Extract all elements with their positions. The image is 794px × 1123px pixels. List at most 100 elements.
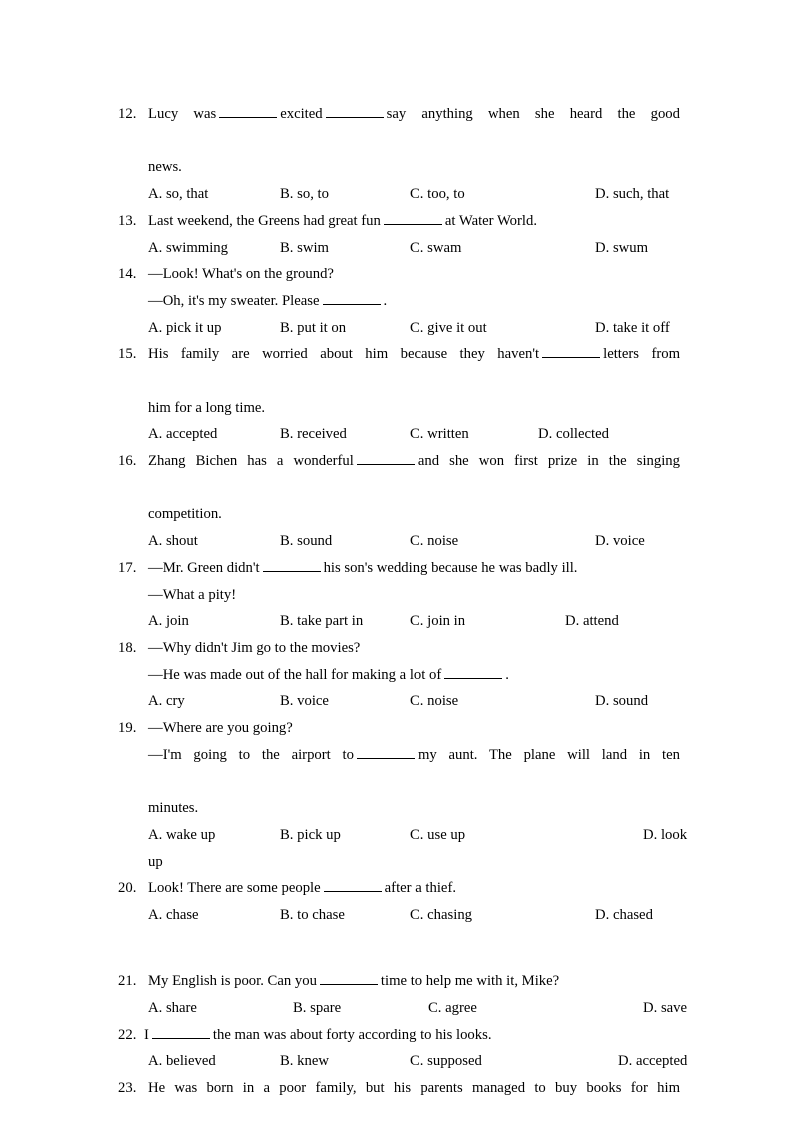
question-14-number: 14. xyxy=(118,266,137,283)
q13-option-b[interactable]: B. swim xyxy=(280,235,329,262)
question-15-stem: His family are worried about him because… xyxy=(148,341,680,394)
q22-blank-1 xyxy=(151,1026,210,1039)
q19-option-d[interactable]: D. look xyxy=(643,822,687,849)
q22-option-d[interactable]: D. accepted xyxy=(618,1048,687,1075)
worksheet-page: 12. Lucy was excited say anything when she… xyxy=(0,0,794,1123)
q16-option-b[interactable]: B. sound xyxy=(280,528,332,555)
question-17-dialog-line-2: —What a pity! xyxy=(118,582,680,609)
q14-option-b[interactable]: B. put it on xyxy=(280,315,346,342)
question-19-dialog-line-2: —I'm going to the airport to my aunt. The… xyxy=(118,742,680,795)
question-22-options: A. believed B. knew C. supposed D. accep… xyxy=(148,1048,687,1075)
q18-option-b[interactable]: B. voice xyxy=(280,688,329,715)
question-13-stem-line: 13. Last weekend, the Greens had great f… xyxy=(118,208,680,235)
q12-option-a[interactable]: A. so, that xyxy=(148,181,208,208)
q21-option-b[interactable]: B. spare xyxy=(293,995,341,1022)
question-13: 13. Last weekend, the Greens had great f… xyxy=(118,208,680,261)
q15-option-a[interactable]: A. accepted xyxy=(148,421,217,448)
question-12: 12. Lucy was excited say anything when she… xyxy=(118,101,680,208)
q20-text-a: Look! There are some people xyxy=(148,880,321,897)
q18-option-d[interactable]: D. sound xyxy=(595,688,648,715)
q12-wrap-text: news. xyxy=(148,159,182,176)
question-17-dialog-line-1: 17. —Mr. Green didn't his son's wedding b… xyxy=(118,555,680,582)
question-19: 19. —Where are you going? —I'm going to … xyxy=(118,715,687,876)
q21-option-c[interactable]: C. agree xyxy=(428,995,477,1022)
q14-option-d[interactable]: D. take it off xyxy=(595,315,670,342)
q21-option-a[interactable]: A. share xyxy=(148,995,197,1022)
q20-option-c[interactable]: C. chasing xyxy=(410,902,472,929)
q15-option-c[interactable]: C. written xyxy=(410,421,469,448)
question-18-dialog-line-1: 18. —Why didn't Jim go to the movies? xyxy=(118,635,680,662)
question-19-number: 19. xyxy=(118,720,137,737)
q13-option-d[interactable]: D. swum xyxy=(595,235,648,262)
q13-text-b: at Water World. xyxy=(444,212,537,229)
question-12-number: 12. xyxy=(118,106,137,122)
q22-text-a: I xyxy=(144,1026,149,1043)
q15-text-b: letters from xyxy=(603,346,681,363)
q22-option-c[interactable]: C. supposed xyxy=(410,1048,482,1075)
question-22-number: 22. xyxy=(118,1026,137,1043)
q13-option-a[interactable]: A. swimming xyxy=(148,235,228,262)
q15-option-b[interactable]: B. received xyxy=(280,421,347,448)
q19-dialog-2: —I'm going to the airport to my aunt. The… xyxy=(148,742,680,795)
q20-text-b: after a thief. xyxy=(384,880,457,897)
q18-text-b: . xyxy=(505,666,509,683)
question-16-stem-line: 16. Zhang Bichen has a wonderful and she … xyxy=(118,448,680,501)
question-21-options: A. share B. spare C. agree D. save xyxy=(148,995,687,1022)
q14-dialog-2: —Oh, it's my sweater. Please. xyxy=(148,288,680,315)
q22-option-a[interactable]: A. believed xyxy=(148,1048,216,1075)
q13-option-c[interactable]: C. swam xyxy=(410,235,461,262)
question-19-dialog-line-1: 19. —Where are you going? xyxy=(118,715,680,742)
q20-option-b[interactable]: B. to chase xyxy=(280,902,345,929)
question-19-options-wrap-line: up xyxy=(118,849,680,876)
q20-option-d[interactable]: D. chased xyxy=(595,902,653,929)
q18-option-c[interactable]: C. noise xyxy=(410,688,458,715)
question-17-number: 17. xyxy=(118,559,137,576)
q17-text-b: his son's wedding because he was badly i… xyxy=(323,559,578,576)
q18-text-a: —He was made out of the hall for making … xyxy=(148,666,442,683)
question-21: 21. My English is poor. Can you time to h… xyxy=(118,968,687,1022)
q14-option-c[interactable]: C. give it out xyxy=(410,315,487,342)
q17-option-c[interactable]: C. join in xyxy=(410,608,465,635)
q17-dialog-2: —What a pity! xyxy=(148,586,237,603)
q16-option-a[interactable]: A. shout xyxy=(148,528,198,555)
q22-option-b[interactable]: B. knew xyxy=(280,1048,329,1075)
q12-option-c[interactable]: C. too, to xyxy=(410,181,465,208)
q12-option-d[interactable]: D. such, that xyxy=(595,181,669,208)
question-12-options: A. so, that B. so, to C. too, to D. such… xyxy=(148,181,680,208)
question-15-wrap-line: him for a long time. xyxy=(118,395,680,422)
q20-option-a[interactable]: A. chase xyxy=(148,902,199,929)
q19-dialog-1: —Where are you going? xyxy=(148,720,293,737)
q18-option-a[interactable]: A. cry xyxy=(148,688,185,715)
q14-blank-1 xyxy=(322,292,381,305)
q12-option-b[interactable]: B. so, to xyxy=(280,181,329,208)
q19-option-b[interactable]: B. pick up xyxy=(280,822,341,849)
q16-option-c[interactable]: C. noise xyxy=(410,528,458,555)
q14-option-a[interactable]: A. pick it up xyxy=(148,315,221,342)
question-13-stem: Last weekend, the Greens had great fun at… xyxy=(148,208,680,235)
q19-blank-1 xyxy=(356,746,415,759)
question-19-wrap-line: minutes. xyxy=(118,795,680,822)
q16-option-d[interactable]: D. voice xyxy=(595,528,645,555)
q17-option-d[interactable]: D. attend xyxy=(565,608,619,635)
question-13-number: 13. xyxy=(118,212,137,229)
q19-text-b: my aunt. The plane will land in ten xyxy=(417,746,680,763)
questions-container: 12. Lucy was excited say anything when she… xyxy=(118,101,687,1123)
question-14-dialog-line-2: —Oh, it's my sweater. Please. xyxy=(118,288,680,315)
question-14: 14. —Look! What's on the ground? —Oh, it… xyxy=(118,261,680,341)
q19-option-c[interactable]: C. use up xyxy=(410,822,465,849)
question-18-dialog-line-2: —He was made out of the hall for making … xyxy=(118,662,680,689)
q19-option-a[interactable]: A. wake up xyxy=(148,822,215,849)
question-16: 16. Zhang Bichen has a wonderful and she … xyxy=(118,448,680,555)
question-23-stem-line: 23. He was born in a poor family, but hi… xyxy=(118,1075,680,1123)
question-23-stem: He was born in a poor family, but his pa… xyxy=(148,1080,680,1097)
question-16-stem: Zhang Bichen has a wonderful and she won … xyxy=(148,448,680,501)
q17-option-a[interactable]: A. join xyxy=(148,608,189,635)
q18-dialog-1: —Why didn't Jim go to the movies? xyxy=(148,639,361,656)
question-20-stem: Look! There are some people after a thief… xyxy=(148,875,680,902)
q15-blank-1 xyxy=(542,345,601,359)
q15-option-d[interactable]: D. collected xyxy=(538,421,609,448)
q21-option-d[interactable]: D. save xyxy=(643,995,687,1022)
question-18-number: 18. xyxy=(118,639,137,656)
question-15-stem-line: 15. His family are worried about him bec… xyxy=(118,341,680,394)
q17-option-b[interactable]: B. take part in xyxy=(280,608,363,635)
